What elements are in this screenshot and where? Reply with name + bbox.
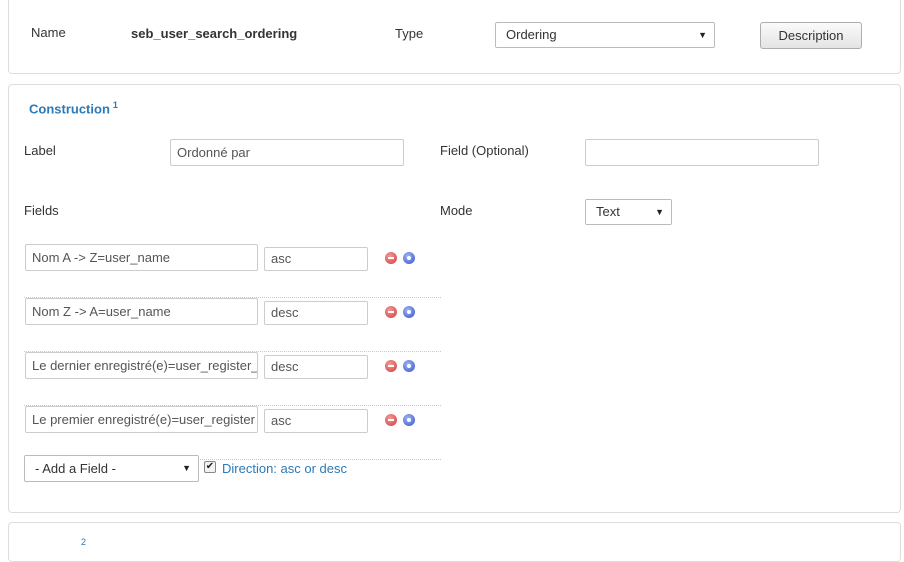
field-direction-input[interactable]: desc [264,301,368,325]
remove-icon[interactable] [385,360,397,372]
type-select-value: Ordering [506,27,557,42]
field-direction-input[interactable]: asc [264,409,368,433]
field-direction-input[interactable]: asc [264,247,368,271]
type-label: Type [395,26,424,41]
name-label: Name [31,25,66,40]
field-row: Nom Z -> A=user_name desc [24,298,441,352]
header-panel: Name seb_user_search_ordering Type Order… [8,0,901,74]
chevron-down-icon: ▼ [655,207,664,217]
remove-icon[interactable] [385,252,397,264]
direction-checkbox[interactable]: ✔ [204,461,216,473]
label-label: Label [24,143,56,158]
move-icon[interactable] [403,306,415,318]
mode-select[interactable]: Text ▼ [585,199,672,225]
field-row: Nom A -> Z=user_name asc [24,244,441,298]
field-row: Le dernier enregistré(e)=user_register_ … [24,352,441,406]
mode-select-value: Text [596,204,620,219]
field-optional-label: Field (Optional) [440,143,529,158]
construction-title[interactable]: Construction 1 [29,100,118,116]
add-field-select[interactable]: - Add a Field - ▼ [24,455,199,482]
chevron-down-icon: ▼ [182,463,191,473]
add-field-select-value: - Add a Field - [35,461,116,476]
fields-label: Fields [24,203,59,218]
next-section-title-sup: 2 [81,537,87,547]
label-input[interactable]: Ordonné par [170,139,404,166]
field-name-input[interactable]: Nom A -> Z=user_name [25,244,258,271]
field-row: Le premier enregistré(e)=user_register a… [24,406,441,460]
field-name-input[interactable]: Le premier enregistré(e)=user_register [25,406,258,433]
construction-title-sup: 1 [112,100,118,110]
direction-link[interactable]: Direction: asc or desc [222,461,347,476]
remove-icon[interactable] [385,414,397,426]
chevron-down-icon: ▼ [698,30,707,40]
field-name-input[interactable]: Nom Z -> A=user_name [25,298,258,325]
field-optional-input[interactable] [585,139,819,166]
move-icon[interactable] [403,360,415,372]
description-button[interactable]: Description [760,22,862,49]
construction-title-text: Construction [29,101,110,117]
name-value: seb_user_search_ordering [131,26,298,41]
type-select[interactable]: Ordering ▼ [495,22,715,48]
field-direction-input[interactable]: desc [264,355,368,379]
remove-icon[interactable] [385,306,397,318]
next-section-panel: 2 [8,522,901,562]
move-icon[interactable] [403,252,415,264]
field-name-input[interactable]: Le dernier enregistré(e)=user_register_ [25,352,258,379]
mode-label: Mode [440,203,473,218]
construction-panel: Construction 1 Label Ordonné par Field (O… [8,84,901,513]
move-icon[interactable] [403,414,415,426]
